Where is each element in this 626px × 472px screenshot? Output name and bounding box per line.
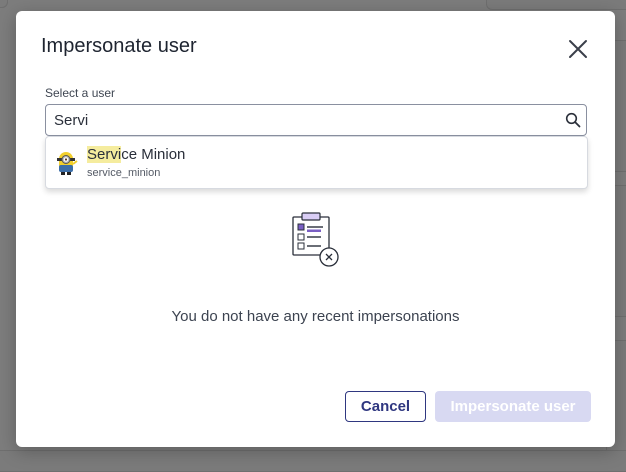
empty-state-message: You do not have any recent impersonation… bbox=[171, 308, 460, 325]
search-icon[interactable] bbox=[565, 112, 581, 128]
impersonate-user-button[interactable]: Impersonate user bbox=[435, 391, 591, 422]
close-button[interactable] bbox=[566, 37, 590, 61]
bg-card bbox=[486, 0, 626, 10]
user-option-username: service_minion bbox=[87, 167, 161, 179]
impersonate-user-dialog: Impersonate user Select a user Servi Ser… bbox=[16, 11, 615, 447]
user-search-field[interactable] bbox=[45, 104, 587, 136]
user-option[interactable]: Service Minion service_minion bbox=[46, 137, 587, 188]
search-match-highlight: Servi bbox=[87, 146, 122, 163]
bg-card bbox=[0, 450, 626, 472]
user-search-results: Service Minion service_minion bbox=[45, 136, 588, 189]
bg-card bbox=[0, 0, 8, 8]
select-user-label: Select a user bbox=[45, 86, 116, 100]
close-icon bbox=[569, 40, 587, 58]
user-option-name-rest: ce Minion bbox=[121, 146, 186, 163]
user-option-name: Service Minion bbox=[87, 146, 185, 163]
clipboard-checklist-icon bbox=[292, 212, 339, 267]
cancel-button[interactable]: Cancel bbox=[345, 391, 426, 422]
dialog-title: Impersonate user bbox=[41, 35, 197, 57]
minion-avatar-icon bbox=[57, 152, 78, 175]
user-search-input[interactable] bbox=[54, 105, 554, 135]
